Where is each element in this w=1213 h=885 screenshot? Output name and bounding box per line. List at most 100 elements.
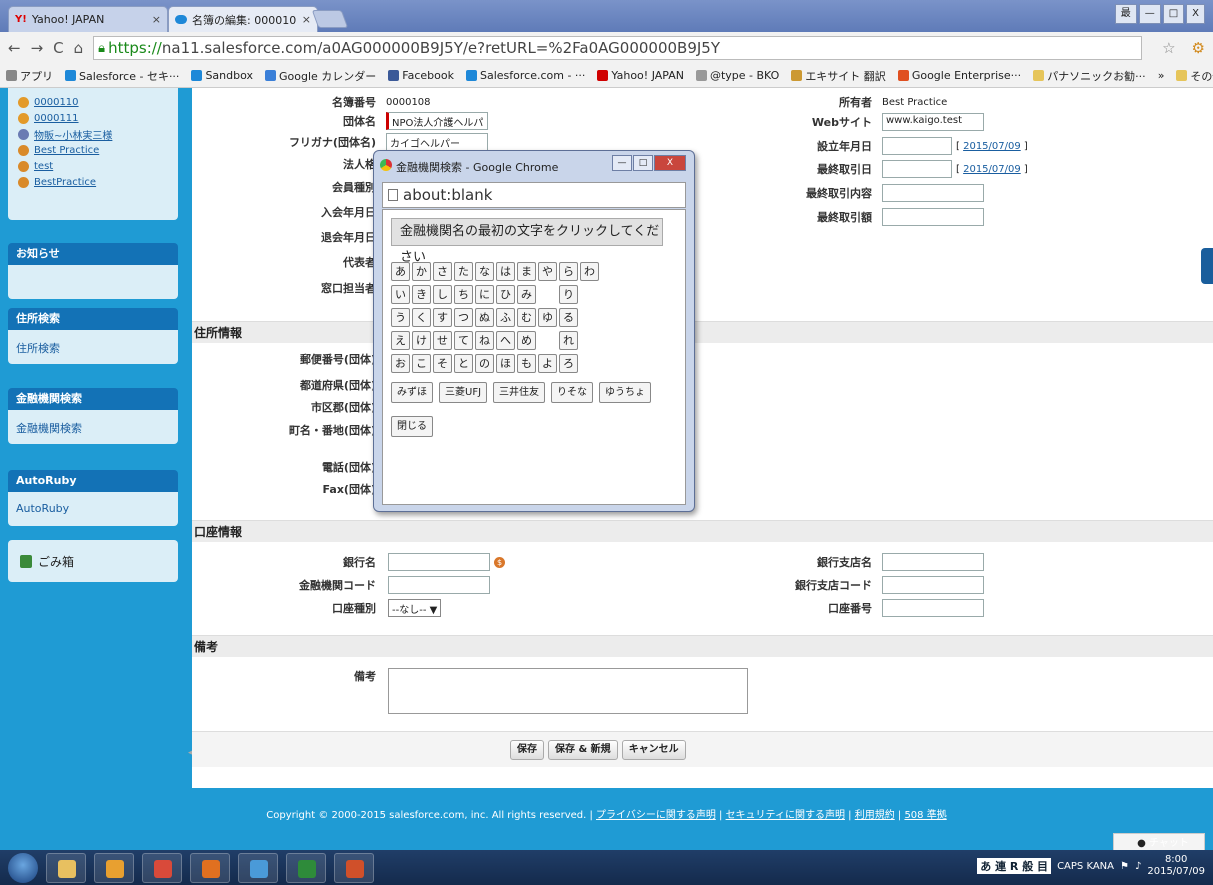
kana-button[interactable]: め <box>517 331 536 350</box>
ime-mode-icon[interactable]: 最 <box>1114 4 1137 24</box>
bookmark-item[interactable]: エキサイト 翻訳 <box>785 68 892 84</box>
taskbar-app-firefox[interactable] <box>190 853 230 883</box>
footer-link-privacy[interactable]: プライバシーに関する声明 <box>596 810 716 821</box>
close-tab-icon[interactable]: × <box>302 13 311 26</box>
kana-button[interactable]: に <box>475 285 494 304</box>
bookmark-item[interactable]: Google カレンダー <box>259 68 382 84</box>
bank-shortcut-button[interactable]: みずほ <box>391 382 433 403</box>
taskbar-app-explorer[interactable] <box>46 853 86 883</box>
kana-button[interactable]: そ <box>433 354 452 373</box>
tab-yahoo[interactable]: Y! Yahoo! JAPAN × <box>8 6 168 32</box>
flag-icon[interactable]: ⚑ <box>1120 861 1129 872</box>
furigana-input[interactable]: カイゴヘルパー <box>386 133 488 151</box>
popup-maximize-button[interactable]: □ <box>633 155 653 171</box>
popup-address-bar[interactable]: about:blank <box>382 182 686 208</box>
minimize-button[interactable]: — <box>1138 4 1161 24</box>
recent-item[interactable]: BestPractice <box>8 174 178 190</box>
kana-button[interactable]: や <box>538 262 557 281</box>
bookmark-star-icon[interactable]: ☆ <box>1162 39 1175 57</box>
bank-lookup-icon[interactable]: $ <box>494 556 505 568</box>
saishu-input[interactable] <box>882 160 952 178</box>
save-button[interactable]: 保存 <box>510 740 544 760</box>
bookmark-item[interactable]: パナソニックお勧··· <box>1027 68 1152 84</box>
bookmark-item[interactable]: Yahoo! JAPAN <box>591 69 690 82</box>
address-search-link[interactable]: 住所検索 <box>16 342 60 355</box>
kana-button[interactable]: る <box>559 308 578 327</box>
other-bookmarks-folder[interactable]: その他のブックマー <box>1170 68 1213 84</box>
dantai-input[interactable]: NPO法人介護ヘルパー <box>386 112 488 144</box>
kana-button[interactable]: え <box>391 331 410 350</box>
kana-button[interactable]: ま <box>517 262 536 281</box>
taskbar-app-chrome-2[interactable] <box>238 853 278 883</box>
biko-textarea[interactable] <box>388 668 748 714</box>
kana-button[interactable]: く <box>412 308 431 327</box>
recent-item-link[interactable]: 0000110 <box>34 97 79 108</box>
bookmark-item[interactable]: Salesforce - セキ··· <box>59 68 185 84</box>
save-new-button[interactable]: 保存 & 新規 <box>548 740 618 760</box>
setsuritsu-input[interactable] <box>882 137 952 155</box>
recent-item-link[interactable]: 物販~小林実三様 <box>34 127 112 142</box>
kana-button[interactable]: の <box>475 354 494 373</box>
today-link[interactable]: 2015/07/09 <box>963 164 1021 175</box>
shiten-input[interactable] <box>882 553 984 571</box>
close-tab-icon[interactable]: × <box>152 13 161 26</box>
footer-link-terms[interactable]: 利用規約 <box>855 810 895 821</box>
recent-item-link[interactable]: BestPractice <box>34 177 96 188</box>
kana-button[interactable]: わ <box>580 262 599 281</box>
koza-shubetsu-select[interactable]: --なし-- ▼ <box>388 599 442 617</box>
kana-button[interactable]: か <box>412 262 431 281</box>
taskbar-app-excel[interactable] <box>286 853 326 883</box>
kana-button[interactable]: う <box>391 308 410 327</box>
bookmarks-more[interactable]: » <box>1152 68 1171 84</box>
ime-bar[interactable]: あ 連 R 般 目 <box>977 858 1052 874</box>
home-icon[interactable]: ⌂ <box>74 39 84 57</box>
kana-button[interactable]: ゆ <box>538 308 557 327</box>
kana-button[interactable]: ね <box>475 331 494 350</box>
popup-close-button[interactable]: X <box>654 155 686 171</box>
recent-item-link[interactable]: Best Practice <box>34 145 99 156</box>
kana-button[interactable]: は <box>496 262 515 281</box>
address-bar[interactable]: 🔒︎ https:// na11.salesforce.com/a0AG0000… <box>93 36 1143 60</box>
kana-button[interactable]: ぬ <box>475 308 494 327</box>
bank-shortcut-button[interactable]: りそな <box>551 382 594 403</box>
taskbar-app-outlook[interactable] <box>94 853 134 883</box>
autoruby-link[interactable]: AutoRuby <box>16 502 69 515</box>
taskbar-app-powerpoint[interactable] <box>334 853 374 883</box>
kana-button[interactable]: て <box>454 331 473 350</box>
kana-button[interactable]: れ <box>559 331 578 350</box>
bookmark-item[interactable]: @type - BKO <box>690 69 785 82</box>
kana-button[interactable]: よ <box>538 354 557 373</box>
bank-search-link[interactable]: 金融機関検索 <box>16 422 82 435</box>
kana-button[interactable]: お <box>391 354 410 373</box>
footer-link-508[interactable]: 508 準拠 <box>904 810 946 821</box>
kana-button[interactable]: す <box>433 308 452 327</box>
maximize-button[interactable]: □ <box>1162 4 1185 24</box>
kana-button[interactable]: み <box>517 285 536 304</box>
kana-button[interactable]: な <box>475 262 494 281</box>
kana-button[interactable]: き <box>412 285 431 304</box>
shiten-code-input[interactable] <box>882 576 984 594</box>
recent-item[interactable]: 0000110 <box>8 94 178 110</box>
forward-icon[interactable]: → <box>31 39 44 57</box>
kana-button[interactable]: ふ <box>496 308 515 327</box>
kana-button[interactable]: ほ <box>496 354 515 373</box>
naiyo-input[interactable] <box>882 184 984 202</box>
recycle-bin[interactable]: ごみ箱 <box>8 540 178 582</box>
kana-button[interactable]: つ <box>454 308 473 327</box>
kana-button[interactable]: へ <box>496 331 515 350</box>
extension-icon[interactable]: ⚙ <box>1192 39 1205 57</box>
recent-item-link[interactable]: test <box>34 161 53 172</box>
kana-button[interactable]: い <box>391 285 410 304</box>
bookmark-item[interactable]: Sandbox <box>185 69 259 82</box>
recent-item[interactable]: Best Practice <box>8 142 178 158</box>
bookmark-item[interactable]: Google Enterprise··· <box>892 69 1027 82</box>
kana-button[interactable]: ら <box>559 262 578 281</box>
koza-no-input[interactable] <box>882 599 984 617</box>
bookmark-item[interactable]: Facebook <box>382 69 460 82</box>
kana-button[interactable]: と <box>454 354 473 373</box>
kana-button[interactable]: り <box>559 285 578 304</box>
taskbar-app-chrome[interactable] <box>142 853 182 883</box>
ginko-input[interactable] <box>388 553 490 571</box>
today-link[interactable]: 2015/07/09 <box>963 141 1021 152</box>
kana-button[interactable]: こ <box>412 354 431 373</box>
